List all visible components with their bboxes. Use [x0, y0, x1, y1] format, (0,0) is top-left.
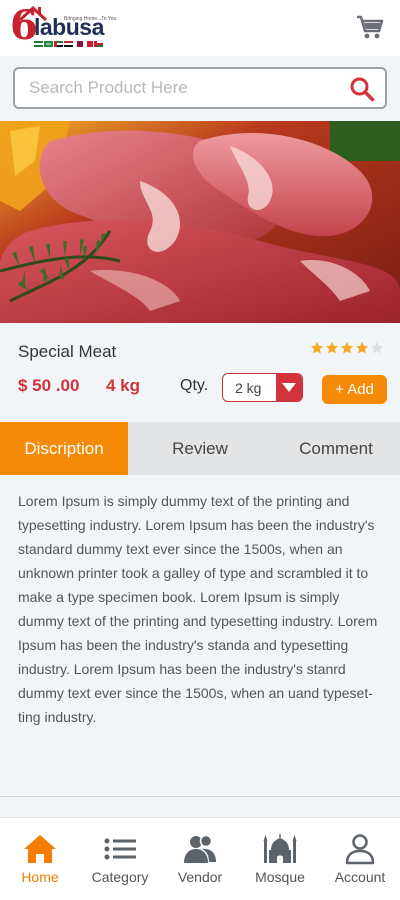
- tab-description[interactable]: Discription: [0, 422, 128, 475]
- brand-logo[interactable]: 6 labusa Bringing Home...To You: [10, 4, 117, 52]
- star-filled-icon: [340, 341, 354, 354]
- nav-item-home[interactable]: Home: [0, 818, 80, 900]
- nav-label-category: Category: [91, 869, 149, 885]
- user-icon: [345, 834, 375, 865]
- search-input[interactable]: [29, 77, 339, 99]
- search-bar: [13, 67, 387, 109]
- product-weight: 4 kg: [106, 376, 141, 395]
- country-flags: [34, 41, 103, 47]
- chevron-down-icon: [282, 383, 296, 392]
- star-filled-icon: [310, 341, 324, 354]
- product-image[interactable]: [0, 121, 400, 323]
- flag-icon: [84, 41, 93, 47]
- bottom-nav: Home Category Vendor Mosque Account: [0, 817, 400, 900]
- tab-review[interactable]: Review: [128, 422, 272, 475]
- product-price: $ 50 .00: [18, 376, 80, 395]
- nav-item-vendor[interactable]: Vendor: [160, 818, 240, 900]
- flag-icon: [34, 41, 43, 47]
- flag-icon: [64, 41, 73, 47]
- qty-dropdown[interactable]: 2 kg: [222, 373, 303, 402]
- product-info: Special Meat $ 50 .00 4 kg Qty. 2 kg + A…: [0, 323, 400, 422]
- flag-icon: [94, 41, 103, 47]
- rating-stars: [310, 341, 384, 355]
- nav-label-mosque: Mosque: [255, 869, 305, 885]
- star-filled-icon: [355, 341, 369, 354]
- divider: [0, 796, 400, 797]
- nav-item-mosque[interactable]: Mosque: [240, 818, 320, 900]
- flag-icon: [54, 41, 63, 47]
- star-empty-icon: [370, 341, 384, 354]
- cart-icon[interactable]: [356, 14, 384, 40]
- qty-value: 2 kg: [235, 380, 262, 396]
- home-icon: [24, 835, 56, 863]
- qty-label: Qty.: [180, 377, 209, 394]
- star-filled-icon: [325, 341, 339, 354]
- nav-item-category[interactable]: Category: [80, 818, 160, 900]
- list-icon: [104, 838, 136, 860]
- app-screen: 6 labusa Bringing Home...To You Search P…: [0, 0, 400, 900]
- flag-icon: [44, 41, 53, 47]
- nav-label-vendor: Vendor: [177, 869, 223, 885]
- flag-icon: [74, 41, 83, 47]
- meat-photo: [0, 121, 400, 323]
- add-to-cart-button[interactable]: + Add: [322, 375, 387, 404]
- dropdown-arrow-button[interactable]: [276, 374, 302, 401]
- nav-label-account: Account: [334, 869, 386, 885]
- nav-label-home: Home: [21, 869, 59, 885]
- header: 6 labusa Bringing Home...To You: [0, 0, 400, 56]
- product-name: Special Meat: [18, 342, 117, 361]
- users-icon: [184, 834, 216, 863]
- search-icon[interactable]: [349, 76, 375, 102]
- mosque-icon: [263, 834, 297, 863]
- tab-comment[interactable]: Comment: [272, 422, 400, 475]
- product-description: Lorem Ipsum is simply dummy text of the …: [18, 493, 378, 725]
- product-tabs: Discription Review Comment: [0, 422, 400, 475]
- logo-tagline: Bringing Home...To You: [64, 16, 117, 22]
- nav-item-account[interactable]: Account: [320, 818, 400, 900]
